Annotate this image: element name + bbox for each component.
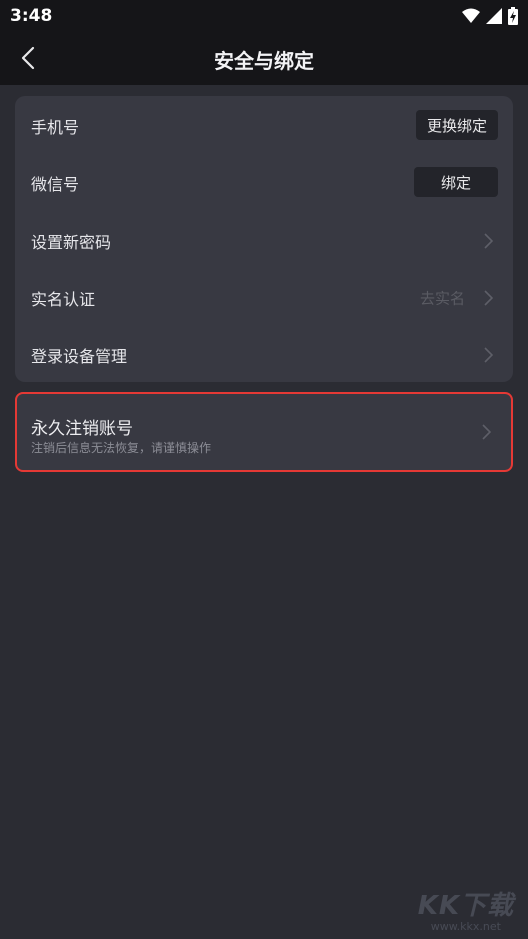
real-name-row[interactable]: 实名认证 去实名 (15, 269, 513, 326)
battery-icon (508, 7, 518, 25)
watermark-url: www.kkx.net (430, 920, 501, 933)
wifi-icon (462, 8, 480, 23)
chevron-right-icon (484, 232, 493, 249)
set-password-label: 设置新密码 (31, 232, 112, 252)
delete-account-row[interactable]: 永久注销账号 注销后信息无法恢复，请谨慎操作 (15, 392, 513, 472)
settings-card: 手机号 更换绑定 微信号 绑定 设置新密码 实名认证 去实名 登录设备管理 (15, 96, 513, 382)
change-binding-button[interactable]: 更换绑定 (415, 110, 498, 140)
phone-label: 手机号 (31, 117, 80, 137)
set-password-row[interactable]: 设置新密码 (15, 212, 513, 269)
device-management-row[interactable]: 登录设备管理 (15, 326, 513, 383)
delete-account-subtitle: 注销后信息无法恢复，请谨慎操作 (31, 441, 212, 455)
real-name-hint: 去实名 (419, 289, 465, 307)
wechat-label: 微信号 (31, 174, 80, 194)
phone-row: 手机号 更换绑定 (15, 97, 513, 154)
device-management-label: 登录设备管理 (31, 346, 128, 366)
wechat-row: 微信号 绑定 (15, 154, 513, 211)
signal-icon (486, 8, 502, 24)
chevron-right-icon (484, 289, 493, 306)
delete-account-title: 永久注销账号 (31, 419, 133, 439)
bind-wechat-button[interactable]: 绑定 (413, 167, 498, 197)
top-bar: 安全与绑定 (0, 32, 528, 85)
chevron-right-icon (484, 346, 493, 363)
system-icons (462, 7, 518, 25)
status-time: 3:48 (10, 6, 53, 26)
watermark-text: KK下载 (417, 891, 514, 921)
watermark-logo: KK下载 www.kkx.net (418, 885, 514, 933)
page-title: 安全与绑定 (214, 49, 314, 73)
chevron-right-icon (482, 424, 491, 440)
status-bar: 3:48 (0, 0, 528, 32)
real-name-label: 实名认证 (31, 289, 96, 309)
